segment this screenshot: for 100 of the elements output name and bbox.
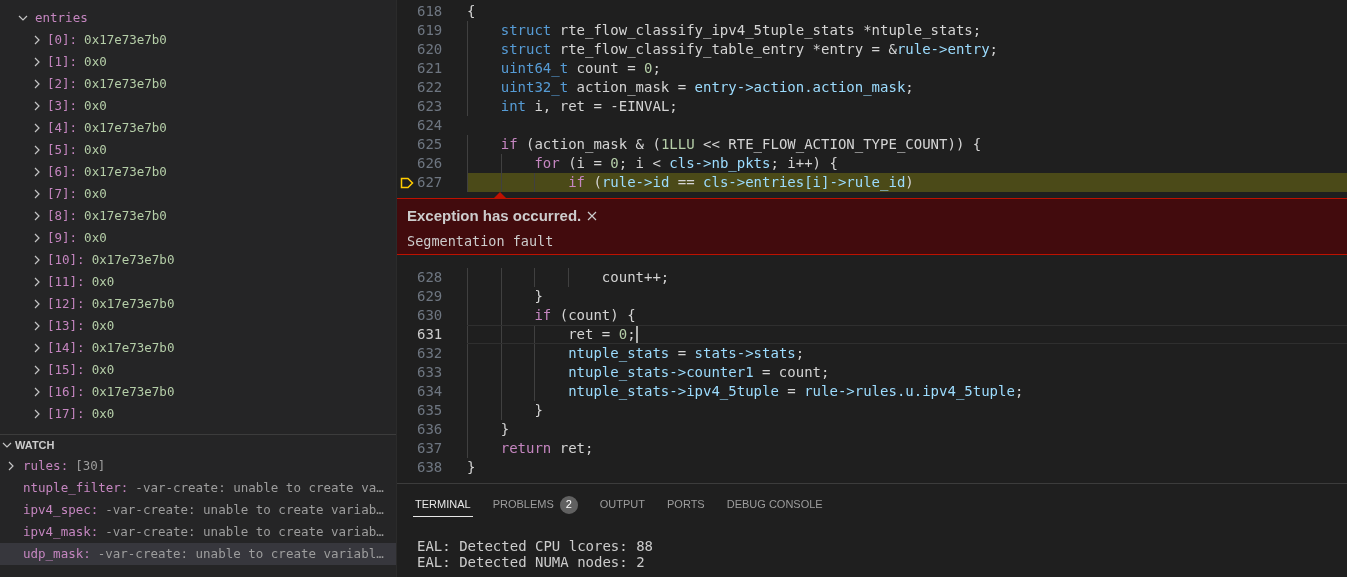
panel-tab[interactable]: OUTPUT <box>597 493 647 517</box>
chevron-icon[interactable] <box>32 211 42 221</box>
chevron-icon[interactable] <box>32 189 42 199</box>
watch-value: -var-create: unable to create va… <box>135 478 384 497</box>
code-text: } <box>533 287 543 306</box>
variable-name: [9]: <box>47 228 78 247</box>
chevron-icon[interactable] <box>32 233 42 243</box>
variable-name: [5]: <box>47 140 78 159</box>
line-number: 625 <box>417 135 441 154</box>
code-text: ntuple_stats->counter1 = count; <box>567 363 830 383</box>
chevron-icon[interactable] <box>32 343 42 353</box>
variable-name: [0]: <box>47 30 78 49</box>
chevron-icon[interactable] <box>32 409 42 419</box>
watch-item[interactable]: udp_mask: -var-create: unable to create variabl… <box>0 543 396 565</box>
chevron-icon[interactable] <box>32 387 42 397</box>
chevron-icon[interactable] <box>6 461 16 471</box>
chevron-icon[interactable] <box>32 79 42 89</box>
variable-value: 0x0 <box>91 360 115 379</box>
line-number: 638 <box>417 458 441 477</box>
watch-name: ntuple_filter: <box>23 478 129 497</box>
watch-value: -var-create: unable to create variab… <box>105 500 384 519</box>
variable-value: 0x17e73e7b0 <box>84 30 167 49</box>
line-number: 633 <box>417 363 441 382</box>
variable-value: 0x0 <box>84 96 107 115</box>
variable-value: 0x17e73e7b0 <box>91 382 175 401</box>
panel-tab[interactable]: PROBLEMS 2 <box>490 493 580 517</box>
chevron-icon[interactable] <box>32 321 42 331</box>
chevron-icon[interactable] <box>2 440 12 450</box>
chevron-icon[interactable] <box>32 255 42 265</box>
watch-value: -var-create: unable to create variab… <box>105 522 384 541</box>
watch-name: ipv4_spec: <box>23 500 99 519</box>
terminal-line: EAL: Detected CPU lcores: 88 <box>417 538 654 554</box>
watch-item[interactable]: ipv4_mask: -var-create: unable to create variab… <box>0 521 396 543</box>
watch-name: ipv4_mask: <box>23 522 99 541</box>
line-number: 621 <box>417 59 441 78</box>
line-number: 637 <box>417 439 441 458</box>
line-number: 632 <box>417 344 441 363</box>
exception-message: Segmentation fault <box>407 231 555 251</box>
watch-value: -var-create: unable to create variabl… <box>97 544 384 563</box>
exception-title: Exception has occurred. <box>407 206 582 226</box>
variable-value: 0x0 <box>91 404 115 423</box>
line-number: 623 <box>417 97 441 116</box>
chevron-icon[interactable] <box>32 57 42 67</box>
panel-tab[interactable]: TERMINAL <box>413 493 473 517</box>
variable-name: [3]: <box>47 96 78 115</box>
watch-name: rules: <box>23 456 69 475</box>
chevron-icon[interactable] <box>32 277 42 287</box>
chevron-icon[interactable] <box>18 13 28 23</box>
tree-item[interactable]: entries <box>0 7 396 29</box>
variable-value: 0x0 <box>91 316 115 335</box>
line-number: 634 <box>417 382 441 401</box>
panel-tab[interactable]: PORTS <box>665 493 707 517</box>
variable-name: [17]: <box>47 404 85 423</box>
chevron-icon[interactable] <box>32 101 42 111</box>
code-text: } <box>533 401 543 420</box>
code-text: uint32_t action_mask = entry->action.action_mask; <box>499 78 914 98</box>
variable-value: 0x17e73e7b0 <box>91 338 175 357</box>
code-text: if (rule->id == cls->entries[i]->rule_id) <box>567 173 914 193</box>
panel-tab[interactable]: DEBUG CONSOLE <box>724 493 825 517</box>
watch-item[interactable]: rules: [30] <box>0 455 396 477</box>
count-badge: 2 <box>559 495 578 514</box>
section-header[interactable]: WATCH <box>15 436 55 454</box>
line-number: 629 <box>417 287 441 306</box>
code-text: ret = 0; <box>567 325 636 344</box>
chevron-icon[interactable] <box>32 365 42 375</box>
line-number: 618 <box>417 2 441 21</box>
variable-value: 0x0 <box>84 140 107 159</box>
line-number: 628 <box>417 268 441 287</box>
line-number: 626 <box>417 154 441 173</box>
line-number: 627 <box>417 173 441 192</box>
line-number: 620 <box>417 40 441 59</box>
variable-name: entries <box>35 8 88 27</box>
code-text: } <box>467 458 476 477</box>
chevron-icon[interactable] <box>32 299 42 309</box>
variable-value: 0x17e73e7b0 <box>84 118 167 137</box>
chevron-icon[interactable] <box>32 35 42 45</box>
line-number: 630 <box>417 306 441 325</box>
variable-value: 0x17e73e7b0 <box>84 162 167 181</box>
variable-value: 0x0 <box>84 184 107 203</box>
code-text: ntuple_stats = stats->stats; <box>567 344 805 364</box>
watch-item[interactable]: ntuple_filter: -var-create: unable to create va… <box>0 477 396 499</box>
chevron-icon[interactable] <box>32 145 42 155</box>
line-number: 635 <box>417 401 441 420</box>
variable-name: [14]: <box>47 338 85 357</box>
watch-name: udp_mask: <box>23 544 91 563</box>
variable-name: [15]: <box>47 360 85 379</box>
close-icon[interactable] <box>587 211 598 222</box>
chevron-icon[interactable] <box>32 123 42 133</box>
terminal-line: EAL: Detected NUMA nodes: 2 <box>417 554 646 570</box>
chevron-icon[interactable] <box>32 167 42 177</box>
variable-value: 0x0 <box>84 52 107 71</box>
watch-item[interactable]: ipv4_spec: -var-create: unable to create variab… <box>0 499 396 521</box>
variable-name: [7]: <box>47 184 78 203</box>
code-text: if (count) { <box>533 306 636 325</box>
variable-name: [11]: <box>47 272 85 291</box>
code-text: if (action_mask & (1LLU << RTE_FLOW_ACTION_TYPE_COUNT)) { <box>499 135 982 155</box>
variable-name: [8]: <box>47 206 78 225</box>
code-text: struct rte_flow_classify_table_entry *entry = &rule->entry; <box>499 40 999 60</box>
variable-name: [4]: <box>47 118 78 137</box>
code-text: uint64_t count = 0; <box>499 59 661 79</box>
